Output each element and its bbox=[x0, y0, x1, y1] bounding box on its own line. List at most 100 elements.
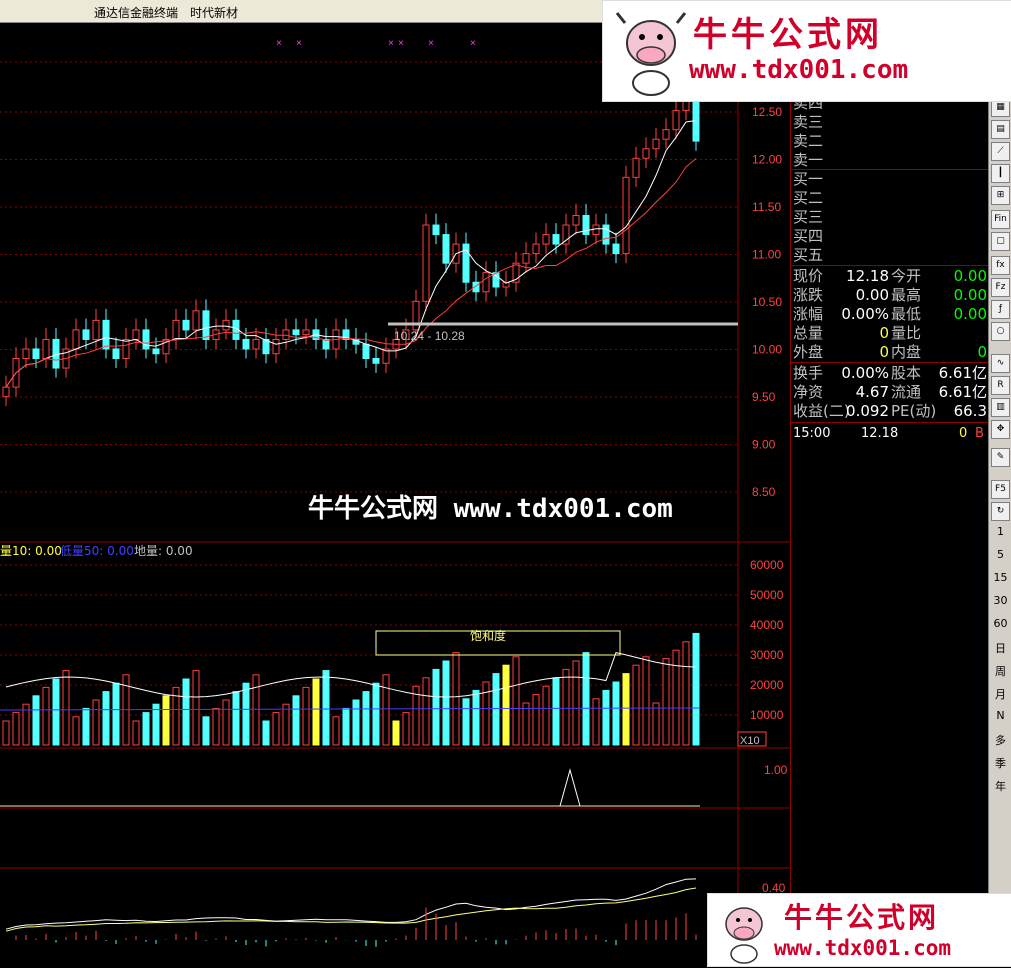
volume-bar[interactable] bbox=[552, 677, 560, 746]
volume-bar[interactable] bbox=[212, 707, 220, 746]
candle-body[interactable] bbox=[222, 319, 230, 331]
volume-bar[interactable] bbox=[142, 712, 150, 746]
volume-bar[interactable] bbox=[582, 652, 590, 746]
volume-bar[interactable] bbox=[312, 678, 320, 746]
candle-body[interactable] bbox=[442, 234, 450, 264]
chart-icon[interactable]: ▥ bbox=[991, 398, 1010, 417]
candle-body[interactable] bbox=[672, 110, 680, 131]
candle-body[interactable] bbox=[122, 338, 130, 360]
volume-bar[interactable] bbox=[132, 720, 140, 746]
candle-body[interactable] bbox=[72, 329, 80, 350]
volume-bar[interactable] bbox=[492, 673, 500, 746]
candle-body[interactable] bbox=[182, 319, 190, 331]
candle-body[interactable] bbox=[372, 358, 380, 364]
fx-icon[interactable]: ƒ bbox=[991, 300, 1010, 319]
volume-bar[interactable] bbox=[442, 660, 450, 746]
volume-bar[interactable] bbox=[12, 712, 20, 746]
volume-bar[interactable] bbox=[332, 716, 340, 746]
candle-body[interactable] bbox=[242, 338, 250, 350]
candle-body[interactable] bbox=[282, 329, 290, 340]
candle-body[interactable] bbox=[602, 224, 610, 245]
period-button[interactable]: 周 bbox=[989, 663, 1011, 679]
volume-bar[interactable] bbox=[82, 707, 90, 746]
candle-body[interactable] bbox=[552, 234, 560, 245]
volume-bar[interactable] bbox=[402, 712, 410, 746]
candle-body[interactable] bbox=[522, 253, 530, 264]
line-chart-icon[interactable]: ⟋ bbox=[991, 142, 1010, 161]
candle-body[interactable] bbox=[302, 329, 310, 336]
candle-body[interactable] bbox=[82, 329, 90, 340]
candle-body[interactable] bbox=[612, 243, 620, 255]
candle-body[interactable] bbox=[52, 338, 60, 369]
candle-body[interactable] bbox=[662, 129, 670, 140]
volume-bar[interactable] bbox=[112, 682, 120, 746]
volume-bar[interactable] bbox=[32, 695, 40, 746]
f10-icon[interactable]: Fin bbox=[991, 210, 1010, 229]
buy-level-row[interactable]: 买三 bbox=[791, 208, 989, 227]
candle-body[interactable] bbox=[542, 234, 550, 245]
grid-icon[interactable]: ▤ bbox=[991, 120, 1010, 139]
volume-bar[interactable] bbox=[362, 691, 370, 746]
volume-bar[interactable] bbox=[372, 682, 380, 746]
candle-body[interactable] bbox=[272, 338, 280, 355]
candle-body[interactable] bbox=[22, 348, 30, 360]
volume-bar[interactable] bbox=[562, 668, 570, 746]
volume-bar[interactable] bbox=[182, 678, 190, 746]
volume-bar[interactable] bbox=[352, 699, 360, 746]
candle-body[interactable] bbox=[292, 329, 300, 336]
volume-bar[interactable] bbox=[72, 716, 80, 746]
rsi-icon[interactable]: R bbox=[991, 376, 1010, 395]
buy-level-row[interactable]: 买二 bbox=[791, 189, 989, 208]
buy-level-row[interactable]: 买五 bbox=[791, 246, 989, 265]
volume-bar[interactable] bbox=[292, 695, 300, 746]
volume-bar[interactable] bbox=[452, 652, 460, 746]
period-button[interactable]: 年 bbox=[989, 778, 1011, 794]
refresh-icon[interactable]: ↻ bbox=[991, 502, 1010, 521]
sell-level-row[interactable]: 卖三 bbox=[791, 113, 989, 132]
volume-bar[interactable] bbox=[242, 682, 250, 746]
period-button[interactable]: 日 bbox=[989, 640, 1011, 656]
volume-bar[interactable] bbox=[542, 685, 550, 746]
volume-bar[interactable] bbox=[282, 703, 290, 746]
candle-body[interactable] bbox=[42, 338, 50, 360]
volume-bar[interactable] bbox=[92, 699, 100, 746]
candle-body[interactable] bbox=[632, 157, 640, 178]
volume-bar[interactable] bbox=[572, 660, 580, 746]
candle-body[interactable] bbox=[112, 348, 120, 360]
candle-body[interactable] bbox=[582, 214, 590, 236]
volume-bar[interactable] bbox=[262, 720, 270, 746]
volume-bar[interactable] bbox=[2, 720, 10, 746]
compare-icon[interactable]: ⊞ bbox=[991, 186, 1010, 205]
volume-bar[interactable] bbox=[622, 673, 630, 746]
candle-body[interactable] bbox=[2, 386, 10, 398]
volume-bar[interactable] bbox=[52, 678, 60, 746]
candle-body[interactable] bbox=[362, 343, 370, 360]
candle-body[interactable] bbox=[92, 319, 100, 340]
file-icon[interactable]: ▢ bbox=[991, 232, 1010, 251]
volume-bar[interactable] bbox=[682, 641, 690, 746]
chart-area[interactable]: 12.50 12.00 11.50 11.00 10.50 10.00 9.50 9.00 8.… bbox=[0, 22, 790, 965]
volume-bar[interactable] bbox=[272, 712, 280, 746]
candle-body[interactable] bbox=[202, 310, 210, 340]
period-button[interactable]: 30 bbox=[989, 594, 1011, 607]
volume-bar[interactable] bbox=[662, 658, 670, 746]
formula-icon[interactable]: fx bbox=[991, 256, 1010, 275]
candle-icon[interactable]: ┃ bbox=[991, 164, 1010, 183]
period-button[interactable]: 多 bbox=[989, 732, 1011, 748]
candle-body[interactable] bbox=[412, 300, 420, 331]
candle-body[interactable] bbox=[622, 176, 630, 255]
volume-bar[interactable] bbox=[322, 670, 330, 746]
volume-bar[interactable] bbox=[502, 664, 510, 746]
volume-bar[interactable] bbox=[382, 674, 390, 746]
volume-bar[interactable] bbox=[152, 703, 160, 746]
volume-bar[interactable] bbox=[202, 716, 210, 746]
candle-body[interactable] bbox=[642, 148, 650, 159]
period-button[interactable]: 60 bbox=[989, 617, 1011, 630]
pencil-icon[interactable]: ✎ bbox=[991, 448, 1010, 467]
volume-bar[interactable] bbox=[592, 698, 600, 746]
volume-bar[interactable] bbox=[192, 670, 200, 746]
period-button[interactable]: 季 bbox=[989, 755, 1011, 771]
wave-icon[interactable]: ∿ bbox=[991, 354, 1010, 373]
volume-bar[interactable] bbox=[462, 698, 470, 746]
volume-bar[interactable] bbox=[162, 695, 170, 746]
